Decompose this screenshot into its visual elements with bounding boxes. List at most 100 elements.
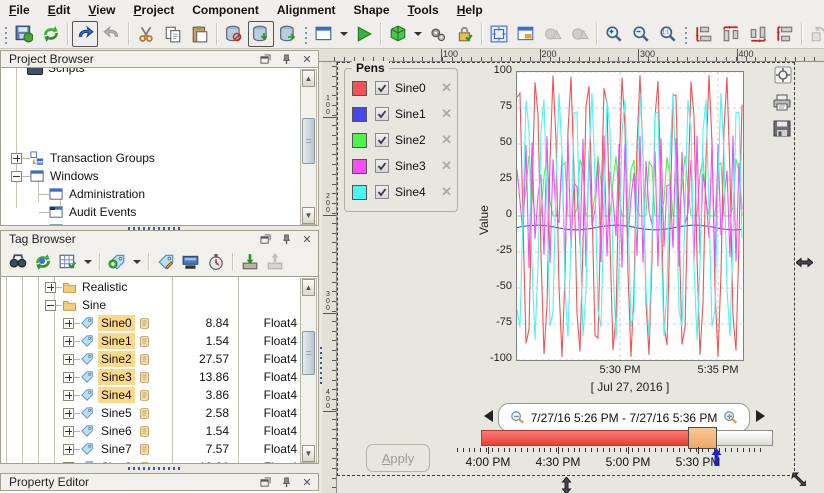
distribute-icon[interactable] xyxy=(772,21,798,47)
pen-checkbox[interactable] xyxy=(375,133,389,147)
expand-plus-icon[interactable] xyxy=(63,371,74,383)
pen-color-swatch[interactable] xyxy=(352,158,367,174)
prev-arrow-icon[interactable] xyxy=(484,410,493,422)
dropdown-caret-icon[interactable] xyxy=(133,259,141,264)
tree-row[interactable]: Scripts xyxy=(27,68,85,77)
menu-project[interactable]: Project xyxy=(125,2,184,18)
component-caret-icon[interactable] xyxy=(414,31,422,36)
expand-plus-icon[interactable] xyxy=(63,317,74,329)
close-icon[interactable]: ✕ xyxy=(300,233,314,246)
pen-color-swatch[interactable] xyxy=(352,106,367,122)
toolbar-grip[interactable] xyxy=(684,23,688,44)
tree-row-clipboard[interactable]: Clipboard xyxy=(39,221,120,225)
pin-icon[interactable] xyxy=(279,233,293,245)
pen-color-swatch[interactable] xyxy=(352,184,367,200)
pen-delete-icon[interactable]: ✕ xyxy=(441,106,452,122)
menu-help[interactable]: Help xyxy=(448,2,492,18)
expand-plus-icon[interactable] xyxy=(11,152,22,164)
tag-columns-icon[interactable] xyxy=(57,251,79,273)
menu-edit[interactable]: Edit xyxy=(39,2,80,18)
panel-splitter-handle[interactable] xyxy=(128,467,180,470)
float-icon[interactable] xyxy=(258,233,272,245)
toolbar-grip[interactable] xyxy=(304,23,308,44)
timeline-history-bar[interactable] xyxy=(481,430,690,446)
pin-icon[interactable] xyxy=(279,53,293,65)
tag-row-sine2[interactable]: Sine2 27.57 Float4 xyxy=(63,350,297,368)
pen-delete-icon[interactable]: ✕ xyxy=(441,132,452,148)
expand-plus-icon[interactable] xyxy=(63,461,74,463)
security-lock-icon[interactable] xyxy=(452,21,478,47)
cut-icon[interactable] xyxy=(133,21,159,47)
resize-handle-bottom[interactable] xyxy=(560,476,573,493)
apply-button[interactable]: Apply xyxy=(366,444,430,472)
tree-row-audit-events[interactable]: Audit Events xyxy=(39,203,136,221)
menu-file[interactable]: File xyxy=(0,2,39,18)
zoom-in-icon[interactable] xyxy=(601,21,627,47)
toolbar-grip[interactable] xyxy=(4,23,8,44)
pen-checkbox[interactable] xyxy=(375,159,389,173)
scroll-up-icon[interactable]: ▲ xyxy=(302,279,315,296)
align-left-icon[interactable] xyxy=(718,21,744,47)
add-tag-icon[interactable] xyxy=(106,251,128,273)
tag-row-sine0[interactable]: Sine0 8.84 Float4 xyxy=(63,314,297,332)
expand-plus-icon[interactable] xyxy=(63,353,74,365)
resize-handle-corner[interactable] xyxy=(791,471,807,489)
expand-plus-icon[interactable] xyxy=(63,335,74,347)
scroll-up-icon[interactable]: ▲ xyxy=(302,70,315,87)
project-browser-scrollbar[interactable]: ▲ ▼ xyxy=(300,69,317,225)
tag-row-sine[interactable]: Sine xyxy=(45,296,106,314)
pen-checkbox[interactable] xyxy=(375,185,389,199)
timeline-selection-window[interactable] xyxy=(688,427,717,449)
expand-plus-icon[interactable] xyxy=(63,443,74,455)
pen-color-swatch[interactable] xyxy=(352,80,367,96)
merge-icon[interactable] xyxy=(540,21,566,47)
tag-row-sine8[interactable]: Sine813.06Float4 xyxy=(63,458,297,463)
zoom-out-magnifier-icon[interactable] xyxy=(510,410,525,425)
tag-row-sine4[interactable]: Sine4 3.86 Float4 xyxy=(63,386,297,404)
zoom-out-icon[interactable] xyxy=(628,21,654,47)
redo-icon[interactable] xyxy=(99,21,125,47)
close-icon[interactable]: ✕ xyxy=(300,53,314,66)
expand-plus-icon[interactable] xyxy=(63,389,74,401)
align-bottom-icon[interactable] xyxy=(691,21,717,47)
refresh-icon[interactable] xyxy=(32,251,54,273)
tree-row-administration[interactable]: Administration xyxy=(39,185,145,203)
export-tags-icon[interactable] xyxy=(264,251,286,273)
expand-plus-icon[interactable] xyxy=(63,425,74,437)
tag-row-sine1[interactable]: Sine1 1.54 Float4 xyxy=(63,332,297,350)
scroll-down-icon[interactable]: ▼ xyxy=(302,207,315,224)
menu-shape[interactable]: Shape xyxy=(345,2,399,18)
copy-icon[interactable] xyxy=(160,21,186,47)
open-window-icon[interactable] xyxy=(311,21,337,47)
save-icon[interactable] xyxy=(11,21,37,47)
save-chart-icon[interactable] xyxy=(773,120,791,140)
expand-plus-icon[interactable] xyxy=(45,281,56,293)
align-right-icon[interactable] xyxy=(745,21,771,47)
pen-checkbox[interactable] xyxy=(375,81,389,95)
expand-plus-icon[interactable] xyxy=(63,407,74,419)
tag-row-sine3[interactable]: Sine3 13.86 Float4 xyxy=(63,368,297,386)
db-disconnect-icon[interactable] xyxy=(221,21,247,47)
print-icon[interactable] xyxy=(772,94,792,114)
float-icon[interactable] xyxy=(258,53,272,65)
tag-browser-scrollbar[interactable]: ▲ ▼ xyxy=(300,278,317,463)
undo-icon[interactable] xyxy=(72,20,98,47)
maximize-icon[interactable] xyxy=(774,66,792,87)
close-icon[interactable]: ✕ xyxy=(300,476,314,489)
menu-tools[interactable]: Tools xyxy=(399,2,448,18)
menu-alignment[interactable]: Alignment xyxy=(268,2,345,18)
scroll-down-icon[interactable]: ▼ xyxy=(302,445,315,462)
scrollbar-thumb[interactable] xyxy=(302,331,315,375)
dropdown-caret-icon[interactable] xyxy=(84,259,92,264)
history-stopwatch-icon[interactable] xyxy=(205,251,227,273)
tag-row-realistic[interactable]: Realistic xyxy=(45,278,127,296)
preview-play-icon[interactable] xyxy=(351,21,377,47)
zoom-in-magnifier-icon[interactable] xyxy=(723,410,738,425)
tag-row-sine7[interactable]: Sine7 7.57 Float4 xyxy=(63,440,297,458)
pen-delete-icon[interactable]: ✕ xyxy=(441,158,452,174)
rotate-left-icon[interactable] xyxy=(806,21,824,47)
pen-delete-icon[interactable]: ✕ xyxy=(441,80,452,96)
menu-component[interactable]: Component xyxy=(183,2,268,18)
float-icon[interactable] xyxy=(258,476,272,488)
collapse-minus-icon[interactable] xyxy=(11,170,22,182)
